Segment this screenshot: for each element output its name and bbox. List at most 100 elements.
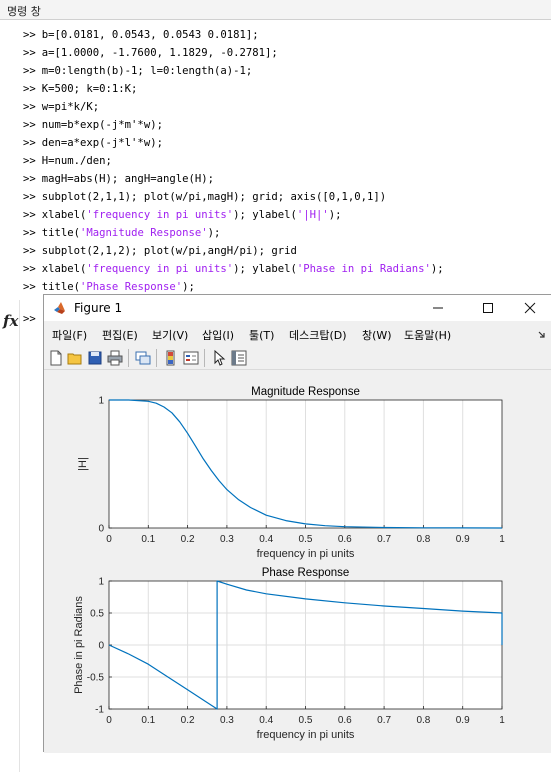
plots-svg[interactable]: 0 0.1 0.2 0.3 0.4 0.5 0.6 0.7 0.8 0.9 1 0 1 Magnitude… <box>44 371 551 753</box>
phase-y-tick-label: 0 <box>98 641 104 652</box>
phase-x-tick-label: 0.3 <box>220 715 234 726</box>
figure-canvas[interactable]: 0 0.1 0.2 0.3 0.4 0.5 0.6 0.7 0.8 0.9 1 0 1 Magnitude… <box>44 371 551 753</box>
menu-tools[interactable]: 툴(T) <box>249 327 274 343</box>
magnitude-x-tick-label: 0 <box>106 534 112 545</box>
string-literal: 'frequency in pi units' <box>86 263 234 275</box>
command-line: >> xlabel('frequency in pi units'); ylabe… <box>23 260 444 278</box>
prompt-symbol: >> <box>23 245 36 257</box>
code-text: xlabel( <box>41 209 87 221</box>
code-text: subplot(2,1,1); plot(w/pi,magH); grid; a… <box>41 191 387 203</box>
magnitude-y-axis-label: |H| <box>77 457 89 471</box>
menu-file[interactable]: 파일(F) <box>52 327 87 343</box>
close-button[interactable] <box>508 295 551 321</box>
command-line: >> num=b*exp(-j*m'*w); <box>23 116 163 134</box>
code-text: den=a*exp(-j*l'*w); <box>41 137 163 149</box>
magnitude-x-tick-label: 1 <box>499 534 505 545</box>
matlab-logo-icon <box>54 302 65 314</box>
magnitude-x-tick-label: 0.7 <box>377 534 391 545</box>
code-text: title( <box>41 227 81 239</box>
phase-y-tick-label: 1 <box>98 577 104 588</box>
phase-y-tick-label: 0.5 <box>90 609 104 620</box>
open-file-icon[interactable] <box>66 349 84 367</box>
active-prompt[interactable]: >> <box>23 313 36 325</box>
prompt-symbol: >> <box>23 137 36 149</box>
code-text: ); ylabel( <box>233 209 297 221</box>
legend-icon[interactable] <box>182 349 200 367</box>
command-window-title: 명령 창 <box>0 0 551 20</box>
command-line: >> w=pi*k/K; <box>23 98 99 116</box>
code-text: b=[0.0181, 0.0543, 0.0543 0.0181]; <box>41 29 259 41</box>
save-icon[interactable] <box>86 349 104 367</box>
magnitude-x-tick-label: 0.9 <box>456 534 470 545</box>
prompt-symbol: >> <box>23 191 36 203</box>
minimize-button[interactable] <box>416 295 460 321</box>
prompt-symbol: >> <box>23 281 36 293</box>
toolbar-separator <box>156 349 157 367</box>
code-text: title( <box>41 281 81 293</box>
maximize-button[interactable] <box>466 295 510 321</box>
menu-edit[interactable]: 편집(E) <box>102 327 138 343</box>
prompt-symbol: >> <box>23 101 36 113</box>
prompt-symbol: >> <box>23 83 36 95</box>
menu-insert[interactable]: 삽입(I) <box>202 327 234 343</box>
command-line: >> title('Magnitude Response'); <box>23 224 220 242</box>
prompt-symbol: >> <box>23 47 36 59</box>
magnitude-x-tick-label: 0.1 <box>141 534 155 545</box>
prompt-symbol: >> <box>23 29 36 41</box>
string-literal: 'Phase Response' <box>80 281 183 293</box>
menu-window[interactable]: 창(W) <box>362 327 392 343</box>
command-line: >> m=0:length(b)-1; l=0:length(a)-1; <box>23 62 252 80</box>
menu-help[interactable]: 도움말(H) <box>404 327 451 343</box>
phase-y-axis-label: Phase in pi Radians <box>73 596 85 694</box>
command-line: >> H=num./den; <box>23 152 112 170</box>
phase-x-tick-label: 0.5 <box>299 715 313 726</box>
magnitude-y-tick-label: 1 <box>98 396 104 407</box>
command-line: >> subplot(2,1,1); plot(w/pi,magH); grid;… <box>23 188 386 206</box>
phase-x-tick-label: 0.2 <box>181 715 195 726</box>
phase-x-axis-label: frequency in pi units <box>257 729 355 741</box>
prompt-symbol: >> <box>23 209 36 221</box>
string-literal: 'Magnitude Response' <box>80 227 208 239</box>
close-icon <box>524 302 536 314</box>
magnitude-plot-title: Magnitude Response <box>251 386 360 398</box>
phase-x-tick-label: 0.7 <box>377 715 391 726</box>
link-plot-icon[interactable] <box>134 349 152 367</box>
command-line: >> magH=abs(H); angH=angle(H); <box>23 170 214 188</box>
property-editor-icon[interactable] <box>230 349 248 367</box>
code-text: magH=abs(H); angH=angle(H); <box>41 173 214 185</box>
code-text: ); <box>182 281 195 293</box>
menu-desktop[interactable]: 데스크탑(D) <box>289 327 347 343</box>
prompt-symbol: >> <box>23 155 36 167</box>
string-literal: '|H|' <box>296 209 329 221</box>
dock-arrow-icon[interactable] <box>538 331 546 339</box>
phase-x-tick-label: 0 <box>106 715 112 726</box>
code-text: a=[1.0000, -1.7600, 1.1829, -0.2781]; <box>41 47 278 59</box>
maximize-icon <box>483 303 493 313</box>
command-line: >> subplot(2,1,2); plot(w/pi,angH/pi); gr… <box>23 242 297 260</box>
figure-window[interactable]: Figure 1 파일(F) 편집(E) 보기(V) 삽입(I) 툴(T) 데스… <box>43 294 551 753</box>
print-icon[interactable] <box>106 349 124 367</box>
menu-view[interactable]: 보기(V) <box>152 327 188 343</box>
new-figure-icon[interactable] <box>47 349 65 367</box>
phase-y-tick-label: -0.5 <box>87 673 105 684</box>
magnitude-x-axis-label: frequency in pi units <box>257 548 355 560</box>
figure-toolbar <box>44 346 551 370</box>
string-literal: 'frequency in pi units' <box>86 209 234 221</box>
phase-x-tick-label: 0.4 <box>259 715 273 726</box>
function-browser-icon[interactable]: fx <box>3 312 18 330</box>
minimize-icon <box>433 307 443 309</box>
command-line: >> a=[1.0000, -1.7600, 1.1829, -0.2781]; <box>23 44 278 62</box>
magnitude-x-tick-label: 0.4 <box>259 534 273 545</box>
phase-x-tick-label: 0.8 <box>416 715 430 726</box>
colorbar-icon[interactable] <box>162 349 180 367</box>
prompt-symbol: >> <box>23 119 36 131</box>
code-text: subplot(2,1,2); plot(w/pi,angH/pi); grid <box>41 245 297 257</box>
magnitude-x-tick-label: 0.2 <box>181 534 195 545</box>
gutter-divider <box>19 300 20 772</box>
command-line: >> xlabel('frequency in pi units'); ylabe… <box>23 206 342 224</box>
figure-title: Figure 1 <box>74 301 123 315</box>
figure-titlebar[interactable]: Figure 1 <box>44 295 551 321</box>
pointer-icon[interactable] <box>210 349 228 367</box>
figure-menubar: 파일(F) 편집(E) 보기(V) 삽입(I) 툴(T) 데스크탑(D) 창(W… <box>44 322 551 346</box>
command-line: >> K=500; k=0:1:K; <box>23 80 137 98</box>
